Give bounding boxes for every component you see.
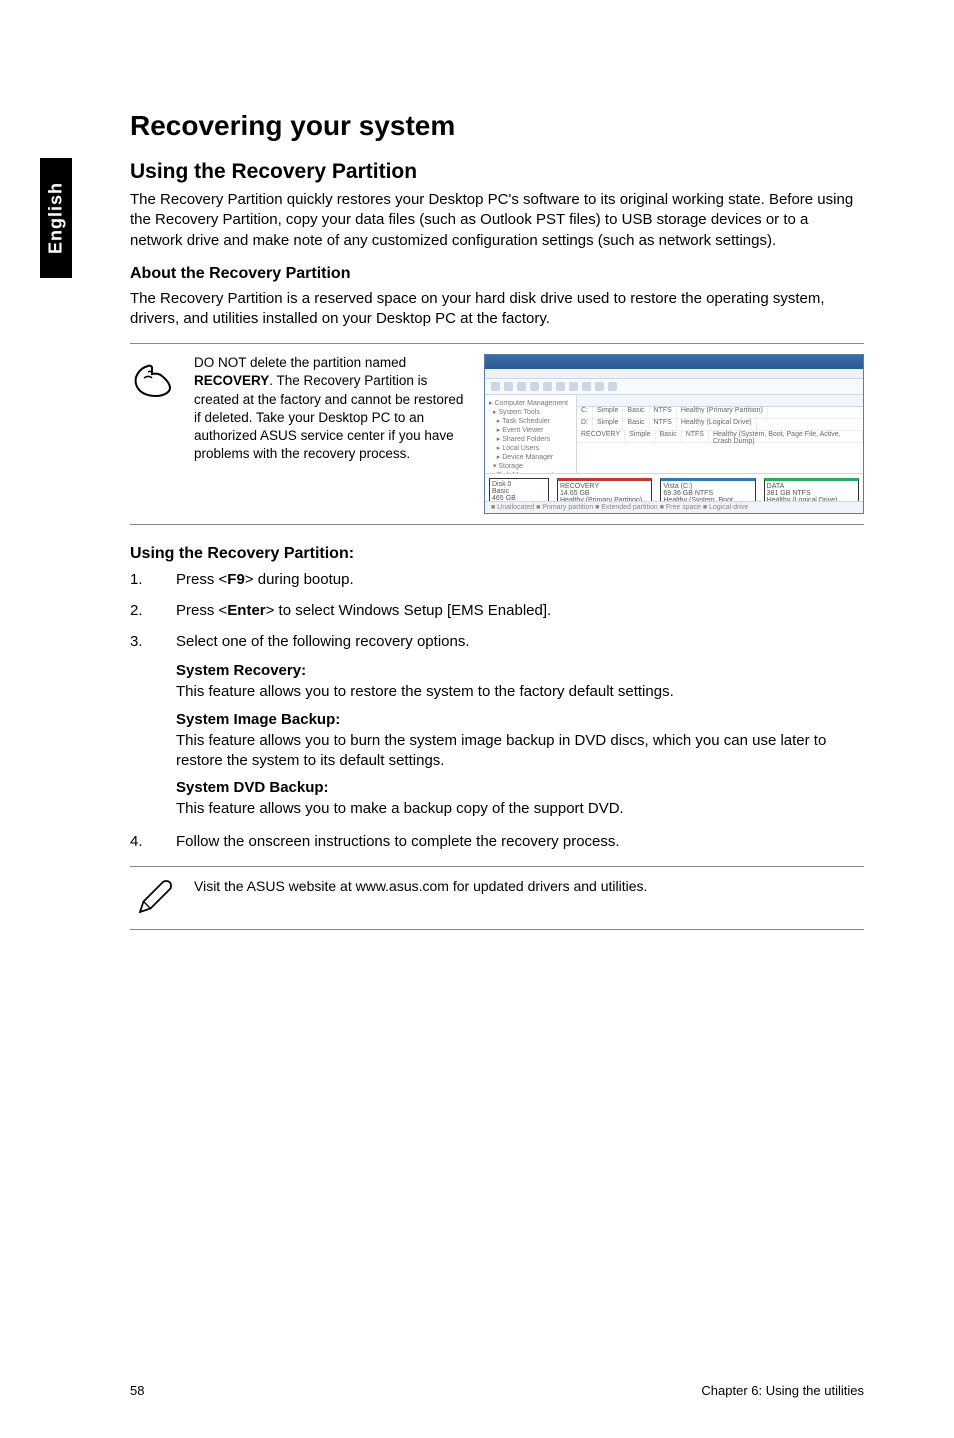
steps-list-cont: Follow the onscreen instructions to comp… xyxy=(130,831,864,852)
s1-pre: Press < xyxy=(176,571,227,588)
system-dvd-backup-heading: System DVD Backup: xyxy=(176,779,864,796)
system-recovery-heading: System Recovery: xyxy=(176,662,864,679)
warn-bold: RECOVERY xyxy=(194,373,269,388)
s1-key: F9 xyxy=(227,571,245,588)
disk-management-screenshot: ▸ Computer Management ▸ System Tools ▸ T… xyxy=(484,354,864,514)
step-1: Press <F9> during bootup. xyxy=(130,569,864,590)
step-3: Select one of the following recovery opt… xyxy=(130,631,864,652)
steps-list: Press <F9> during bootup. Press <Enter> … xyxy=(130,569,864,652)
warning-note-block: DO NOT delete the partition named RECOVE… xyxy=(130,343,864,525)
s2-pre: Press < xyxy=(176,602,227,619)
s2-post: > to select Windows Setup [EMS Enabled]. xyxy=(266,602,552,619)
s1-post: > during bootup. xyxy=(245,571,354,588)
system-dvd-backup-text: This feature allows you to make a backup… xyxy=(176,799,864,819)
info-note-block: Visit the ASUS website at www.asus.com f… xyxy=(130,866,864,930)
system-image-backup-heading: System Image Backup: xyxy=(176,711,864,728)
step-2: Press <Enter> to select Windows Setup [E… xyxy=(130,600,864,621)
section-heading-recovery-partition: Using the Recovery Partition xyxy=(130,160,864,184)
using-heading: Using the Recovery Partition: xyxy=(130,545,864,563)
step-4: Follow the onscreen instructions to comp… xyxy=(130,831,864,852)
about-paragraph: The Recovery Partition is a reserved spa… xyxy=(130,289,864,330)
warn-pre: DO NOT delete the partition named xyxy=(194,355,406,370)
page-number: 58 xyxy=(130,1383,144,1398)
pencil-icon xyxy=(133,877,175,919)
chapter-label: Chapter 6: Using the utilities xyxy=(701,1383,864,1398)
info-note-text: Visit the ASUS website at www.asus.com f… xyxy=(194,877,864,896)
system-recovery-text: This feature allows you to restore the s… xyxy=(176,682,864,702)
about-heading: About the Recovery Partition xyxy=(130,265,864,283)
system-image-backup-text: This feature allows you to burn the syst… xyxy=(176,731,864,772)
page-title: Recovering your system xyxy=(130,110,864,142)
intro-paragraph: The Recovery Partition quickly restores … xyxy=(130,190,864,251)
hand-icon xyxy=(130,354,178,402)
language-side-tab: English xyxy=(40,158,72,278)
s2-key: Enter xyxy=(227,602,265,619)
warning-note-text: DO NOT delete the partition named RECOVE… xyxy=(194,354,468,463)
